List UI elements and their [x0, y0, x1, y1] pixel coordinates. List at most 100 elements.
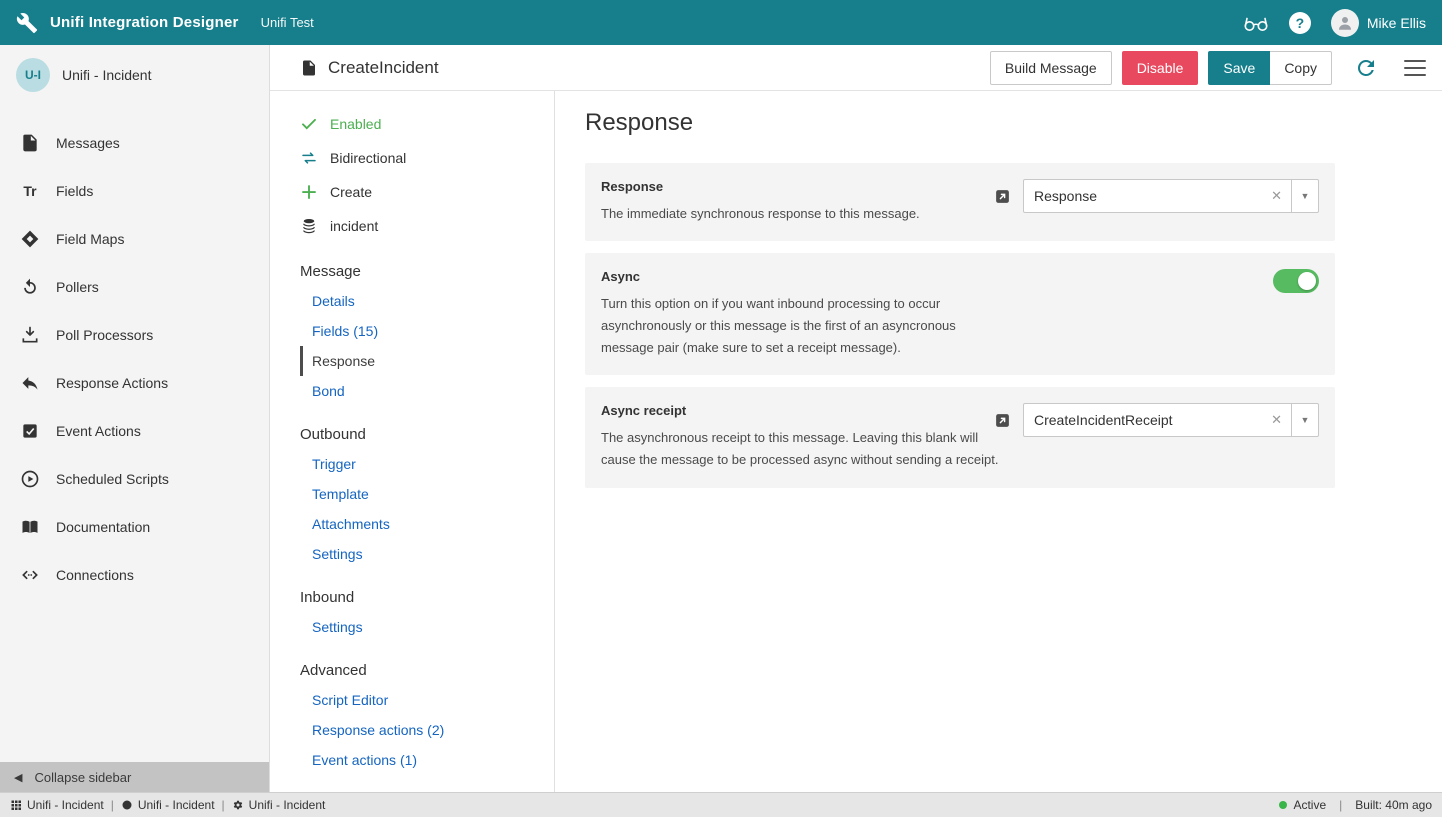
collapse-sidebar-button[interactable]: ◀ Collapse sidebar [0, 762, 269, 792]
checkbox-icon [20, 421, 40, 441]
subnav-section-message: Message Details Fields (15) Response Bon… [300, 263, 554, 406]
hamburger-menu-icon[interactable] [1404, 59, 1426, 77]
user-name: Mike Ellis [1367, 15, 1426, 31]
sidebar-item-response-actions[interactable]: Response Actions [0, 359, 269, 407]
status-create: Create [300, 175, 554, 209]
gear-icon [232, 799, 244, 811]
built-timestamp: Built: 40m ago [1355, 798, 1432, 812]
subnav-item-outbound-settings[interactable]: Settings [300, 539, 554, 569]
sidebar-item-poll-processors[interactable]: Poll Processors [0, 311, 269, 359]
clear-icon[interactable]: ✕ [1262, 412, 1291, 428]
subnav-item-details[interactable]: Details [300, 286, 554, 316]
subnav-item-response[interactable]: Response [300, 346, 554, 376]
async-receipt-select-value: CreateIncidentReceipt [1024, 412, 1262, 428]
sidebar-item-documentation[interactable]: Documentation [0, 503, 269, 551]
environment-label: Unifi Test [261, 15, 314, 30]
sidebar-item-label: Connections [56, 567, 134, 583]
status-enabled: Enabled [300, 107, 554, 141]
statusbar-record-link[interactable]: Unifi - Incident [121, 798, 215, 812]
statusbar-item-label: Unifi - Incident [27, 798, 104, 812]
field-card-async: Async Turn this option on if you want in… [585, 253, 1335, 375]
disable-button[interactable]: Disable [1122, 51, 1199, 85]
subnav-section-title: Outbound [300, 426, 554, 443]
help-icon[interactable]: ? [1289, 12, 1311, 34]
subnav-item-event-actions[interactable]: Event actions (1) [300, 745, 554, 775]
field-description: The immediate synchronous response to th… [601, 203, 1006, 225]
field-description: Turn this option on if you want inbound … [601, 293, 1006, 359]
subnav-item-inbound-settings[interactable]: Settings [300, 612, 554, 642]
user-avatar-icon [1331, 9, 1359, 37]
async-toggle[interactable] [1273, 269, 1319, 293]
collapse-sidebar-label: Collapse sidebar [34, 770, 131, 785]
async-receipt-select[interactable]: CreateIncidentReceipt ✕ ▼ [1023, 403, 1319, 437]
sidebar-item-label: Response Actions [56, 375, 168, 391]
save-button[interactable]: Save [1208, 51, 1270, 85]
integration-selector[interactable]: U-I Unifi - Incident [0, 45, 269, 105]
download-icon [20, 325, 40, 345]
status-create-label: Create [330, 184, 372, 200]
sidebar-item-label: Pollers [56, 279, 99, 295]
sidebar-item-pollers[interactable]: Pollers [0, 263, 269, 311]
sidebar-item-scheduled-scripts[interactable]: Scheduled Scripts [0, 455, 269, 503]
build-message-button[interactable]: Build Message [990, 51, 1112, 85]
user-menu[interactable]: Mike Ellis [1331, 9, 1426, 37]
page-header: CreateIncident Build Message Disable Sav… [270, 45, 1442, 91]
status-table-label: incident [330, 218, 378, 234]
statusbar-app-link[interactable]: Unifi - Incident [10, 798, 104, 812]
sidebar-item-label: Fields [56, 183, 93, 199]
integration-name: Unifi - Incident [62, 67, 151, 83]
sidebar-item-connections[interactable]: Connections [0, 551, 269, 599]
bidirectional-arrows-icon [300, 149, 318, 167]
subnav-item-attachments[interactable]: Attachments [300, 509, 554, 539]
subnav-item-template[interactable]: Template [300, 479, 554, 509]
sidebar-item-label: Documentation [56, 519, 150, 535]
field-card-async-receipt: Async receipt The asynchronous receipt t… [585, 387, 1335, 487]
header-actions: Build Message Disable Save Copy [990, 51, 1426, 85]
panel-title: Response [585, 109, 1442, 137]
active-status-dot [1279, 801, 1287, 809]
subnav-section-outbound: Outbound Trigger Template Attachments Se… [300, 426, 554, 569]
sidebar-item-fields[interactable]: Tr Fields [0, 167, 269, 215]
top-app-bar: Unifi Integration Designer Unifi Test ? … [0, 0, 1442, 45]
plus-icon [300, 183, 318, 201]
chevron-down-icon[interactable]: ▼ [1291, 180, 1318, 212]
clear-icon[interactable]: ✕ [1262, 188, 1291, 204]
field-label: Async [601, 269, 1319, 284]
check-icon [300, 115, 318, 133]
subnav-item-script-editor[interactable]: Script Editor [300, 685, 554, 715]
open-record-icon[interactable] [994, 412, 1011, 429]
subnav-section-title: Inbound [300, 589, 554, 606]
subnav-item-bond[interactable]: Bond [300, 376, 554, 406]
app-title: Unifi Integration Designer [50, 14, 239, 31]
subnav-item-fields[interactable]: Fields (15) [300, 316, 554, 346]
topbar-actions: ? Mike Ellis [1243, 9, 1426, 37]
sidebar-item-messages[interactable]: Messages [0, 119, 269, 167]
subnav-item-response-actions[interactable]: Response actions (2) [300, 715, 554, 745]
diamond-icon [20, 229, 40, 249]
sidebar-item-label: Event Actions [56, 423, 141, 439]
field-description: The asynchronous receipt to this message… [601, 427, 1006, 471]
code-dots-icon [20, 565, 40, 585]
copy-button[interactable]: Copy [1270, 51, 1332, 85]
toggle-knob [1298, 272, 1316, 290]
globe-icon [121, 799, 133, 811]
subnav-section-title: Advanced [300, 662, 554, 679]
refresh-clock-icon [20, 277, 40, 297]
integration-avatar: U-I [16, 58, 50, 92]
sidebar-item-field-maps[interactable]: Field Maps [0, 215, 269, 263]
subnav-item-trigger[interactable]: Trigger [300, 449, 554, 479]
text-fields-icon: Tr [20, 183, 40, 199]
status-table-incident: incident [300, 209, 554, 243]
statusbar-settings-link[interactable]: Unifi - Incident [232, 798, 326, 812]
sidebar: U-I Unifi - Incident Messages Tr Fields … [0, 45, 270, 792]
sidebar-item-label: Field Maps [56, 231, 124, 247]
sidebar-item-event-actions[interactable]: Event Actions [0, 407, 269, 455]
wrench-logo-icon [16, 12, 38, 34]
chevron-down-icon[interactable]: ▼ [1291, 404, 1318, 436]
glasses-icon[interactable] [1243, 13, 1269, 33]
response-select[interactable]: Response ✕ ▼ [1023, 179, 1319, 213]
refresh-icon[interactable] [1354, 56, 1378, 80]
open-record-icon[interactable] [994, 188, 1011, 205]
active-status-label: Active [1293, 798, 1326, 812]
sidebar-item-label: Poll Processors [56, 327, 153, 343]
